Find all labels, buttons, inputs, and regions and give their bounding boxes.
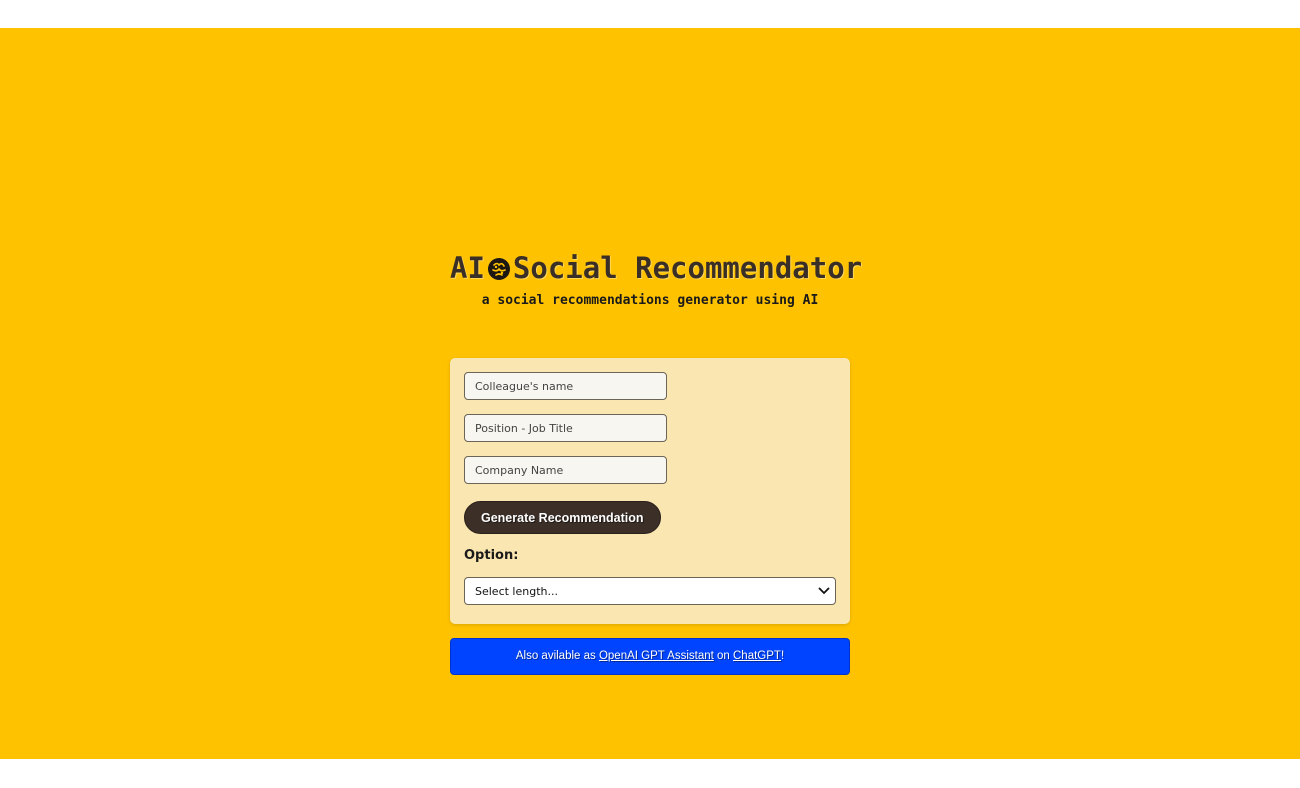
chatgpt-link[interactable]: ChatGPT xyxy=(733,650,781,662)
main-container: AI Social Recommendator a social recommen… xyxy=(450,250,862,675)
page-title: AI Social Recommendator xyxy=(450,250,862,286)
company-name-input[interactable] xyxy=(464,456,667,484)
brain-icon xyxy=(486,254,512,280)
gpt-assistant-banner: Also avilable as OpenAI GPT Assistant on… xyxy=(450,638,850,675)
chevron-down-icon xyxy=(818,587,830,594)
title-main: Social Recommendator xyxy=(512,251,863,285)
generate-recommendation-button[interactable]: Generate Recommendation xyxy=(464,501,661,534)
banner-text-before: Also avilable as xyxy=(515,650,599,662)
colleague-name-input[interactable] xyxy=(464,372,667,400)
job-title-input[interactable] xyxy=(464,414,667,442)
length-select-value[interactable]: Select length... xyxy=(464,577,836,605)
recommendation-form: Generate Recommendation Option: Select l… xyxy=(450,358,850,624)
length-select[interactable]: Select length... xyxy=(464,577,836,605)
banner-text-after: ! xyxy=(780,650,785,662)
page-background: AI Social Recommendator a social recommen… xyxy=(0,28,1300,759)
openai-gpt-assistant-link[interactable]: OpenAI GPT Assistant xyxy=(599,650,714,662)
title-prefix: AI xyxy=(450,251,485,285)
banner-text-middle: on xyxy=(713,650,733,662)
page-subtitle: a social recommendations generator using… xyxy=(481,293,819,308)
option-label: Option: xyxy=(464,548,519,563)
